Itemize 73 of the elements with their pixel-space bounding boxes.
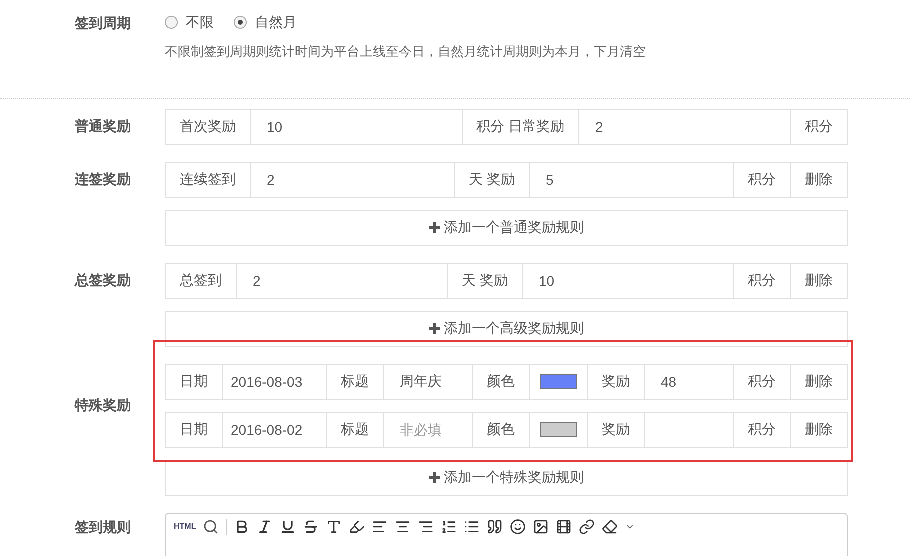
- html-button[interactable]: HTML: [174, 520, 196, 532]
- add-rule-button[interactable]: 添加一个普通奖励规则: [165, 210, 848, 246]
- input-field[interactable]: 非必填: [383, 412, 472, 448]
- ordered-list-icon[interactable]: [441, 518, 458, 534]
- input-addon: 奖励: [587, 364, 644, 400]
- input-addon: 总签到: [165, 262, 236, 298]
- radio-button[interactable]: [165, 16, 178, 29]
- plus-icon: [429, 323, 440, 334]
- input-addon: 积分: [790, 108, 848, 144]
- bold-icon[interactable]: [234, 518, 250, 534]
- color-swatch[interactable]: [540, 422, 577, 437]
- field-label: 特殊奖励: [75, 396, 132, 415]
- font-color-icon[interactable]: [326, 518, 342, 534]
- film-icon[interactable]: [556, 518, 572, 534]
- input-field[interactable]: [644, 412, 733, 448]
- input-addon: 天 奖励: [447, 262, 522, 298]
- input-field[interactable]: 48: [644, 364, 733, 400]
- add-rule-button[interactable]: 添加一个高级奖励规则: [165, 310, 848, 346]
- strikethrough-icon[interactable]: [303, 518, 320, 534]
- radio-button[interactable]: [234, 16, 247, 29]
- field-label: 连签奖励: [75, 170, 132, 189]
- smiley-icon[interactable]: [510, 518, 526, 534]
- input-addon: 标题: [326, 364, 383, 400]
- input-field[interactable]: 5: [528, 162, 734, 198]
- align-right-icon[interactable]: [418, 518, 434, 534]
- highlighter-icon[interactable]: [349, 518, 366, 534]
- input-field[interactable]: 周年庆: [383, 364, 472, 400]
- align-center-icon[interactable]: [395, 518, 412, 534]
- add-rule-button[interactable]: 添加一个特殊奖励规则: [165, 460, 848, 496]
- quote-icon[interactable]: [487, 518, 504, 534]
- date-field[interactable]: 2016-08-02: [222, 412, 326, 448]
- field-label: 签到周期: [75, 14, 132, 33]
- input-addon: 天 奖励: [454, 162, 529, 198]
- bullet-list-icon[interactable]: [464, 518, 480, 534]
- delete-button[interactable]: 删除: [790, 262, 848, 298]
- input-addon: 奖励: [587, 412, 644, 448]
- input-field[interactable]: 2: [578, 108, 790, 144]
- input-addon: 积分: [733, 162, 790, 198]
- plus-icon: [429, 222, 440, 233]
- delete-button[interactable]: 删除: [790, 162, 848, 198]
- eraser-icon[interactable]: [602, 518, 618, 534]
- search-icon[interactable]: [203, 518, 220, 534]
- input-addon: 首次奖励: [165, 108, 250, 144]
- align-left-icon[interactable]: [372, 518, 388, 534]
- delete-button[interactable]: 删除: [790, 364, 848, 400]
- input-addon: 日期: [165, 364, 222, 400]
- radio-label[interactable]: 不限: [186, 12, 214, 33]
- hint-text: 不限制签到周期则统计时间为平台上线至今日，自然月统计周期则为本月，下月清空: [165, 43, 646, 61]
- input-addon: 积分: [733, 412, 790, 448]
- field-label: 签到规则: [75, 518, 132, 536]
- radio-label[interactable]: 自然月: [255, 12, 297, 33]
- input-field[interactable]: 10: [250, 108, 462, 144]
- date-field[interactable]: 2016-08-03: [222, 364, 326, 400]
- plus-icon: [429, 472, 440, 483]
- input-addon: 连续签到: [165, 162, 250, 198]
- input-field[interactable]: 10: [522, 262, 734, 298]
- input-addon: 积分: [733, 262, 790, 298]
- input-addon: 颜色: [472, 412, 529, 448]
- image-icon[interactable]: [533, 518, 550, 534]
- input-field[interactable]: 2: [250, 162, 454, 198]
- input-addon: 颜色: [472, 364, 529, 400]
- input-field[interactable]: 2: [236, 262, 448, 298]
- color-swatch[interactable]: [540, 374, 577, 389]
- input-addon: 日期: [165, 412, 222, 448]
- italic-icon[interactable]: [257, 518, 274, 534]
- underline-icon[interactable]: [280, 518, 296, 534]
- link-icon[interactable]: [579, 518, 596, 534]
- field-label: 普通奖励: [75, 117, 132, 136]
- delete-button[interactable]: 删除: [790, 412, 848, 448]
- input-addon: 积分: [733, 364, 790, 400]
- input-addon: 标题: [326, 412, 383, 448]
- input-addon: 积分 日常奖励: [462, 108, 578, 144]
- field-label: 总签奖励: [75, 271, 132, 290]
